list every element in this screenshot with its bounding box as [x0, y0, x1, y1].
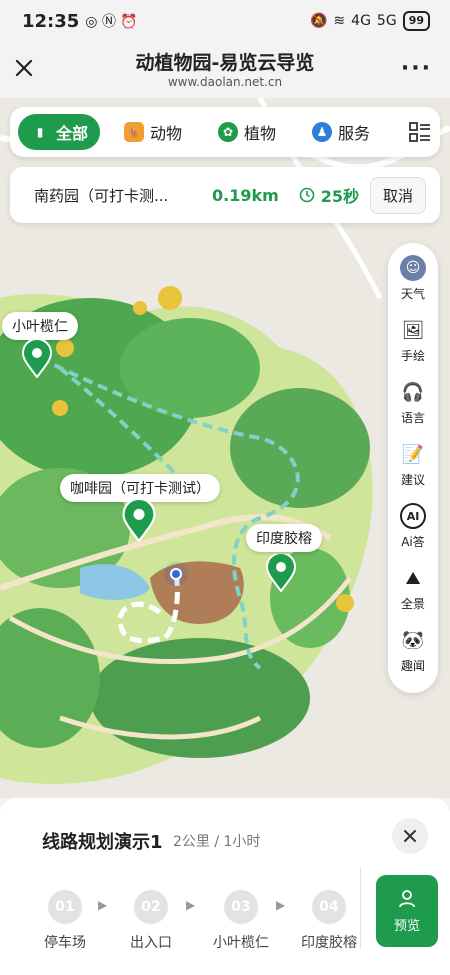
route-step[interactable]: 02 出入口	[116, 890, 186, 950]
sprout-icon: ✿	[218, 122, 239, 142]
step-arrow-icon: ▶	[276, 898, 286, 912]
map-label-xiaoye[interactable]: 小叶榄仁	[2, 312, 78, 340]
smile-icon: ☺	[400, 255, 426, 281]
map-pin-icon[interactable]	[22, 340, 52, 378]
service-icon: ♟	[312, 122, 333, 142]
close-icon	[404, 830, 416, 842]
note-edit-icon: 📝	[401, 443, 425, 465]
page-title: 动植物园-易览云导览	[135, 52, 315, 74]
signal-4g: 4G	[351, 13, 371, 29]
close-panel-button[interactable]	[392, 818, 428, 854]
route-title: 线路规划演示1	[42, 832, 163, 853]
battery-icon: 99	[402, 11, 430, 31]
map-label-yindu[interactable]: 印度胶榕	[246, 524, 322, 552]
ai-icon: AI	[400, 503, 426, 529]
book-icon: ▮	[36, 125, 44, 139]
map-pin-icon[interactable]	[266, 554, 296, 592]
status-time: 12:35	[22, 10, 80, 32]
map-label-coffee[interactable]: 咖啡园（可打卡测试）	[60, 474, 220, 502]
tool-ai[interactable]: AI Ai答	[400, 503, 426, 565]
route-step[interactable]: 01 停车场	[30, 890, 100, 950]
image-icon: 🖼	[401, 319, 425, 341]
navigation-card: 南药园（可打卡测... 0.19km 25秒 取消	[10, 167, 440, 223]
route-step[interactable]: 03 小叶榄仁	[206, 890, 276, 950]
destination-name: 南药园（可打卡测...	[34, 186, 169, 205]
route-steps: 01 停车场 ▶ 02 出入口 ▶ 03 小叶榄仁 ▶ 04 印度胶榕	[30, 890, 360, 950]
duration-value: 25秒	[320, 187, 360, 206]
clock-icon	[299, 187, 315, 203]
signal-5g: 5G	[376, 13, 397, 29]
step-arrow-icon: ▶	[98, 898, 108, 912]
tool-language[interactable]: 🎧 语言	[400, 379, 426, 441]
notification-icons: ◎ Ⓝ ⏰	[85, 14, 138, 30]
category-animal[interactable]: 🦌 动物	[112, 114, 194, 150]
mute-icon: 🔕	[309, 13, 328, 29]
distance-value: 0.19km	[212, 185, 279, 205]
title-bar: 动植物园-易览云导览 www.daolan.net.cn ···	[0, 42, 450, 98]
wifi-icon: ≋	[333, 13, 346, 29]
category-service[interactable]: ♟ 服务	[300, 114, 382, 150]
category-all[interactable]: ▮ 全部	[18, 114, 101, 150]
map-pin-icon[interactable]	[122, 500, 156, 542]
page-url: www.daolan.net.cn	[167, 75, 283, 89]
panorama-icon: ⛰	[405, 567, 421, 589]
user-icon	[399, 889, 415, 907]
route-meta: 2公里 / 1小时	[173, 834, 261, 850]
headphones-icon: 🎧	[401, 381, 425, 403]
panda-icon: 🐼	[401, 629, 425, 651]
tool-panorama[interactable]: ⛰ 全景	[400, 565, 426, 627]
tool-handdrawn[interactable]: 🖼 手绘	[400, 317, 426, 379]
more-menu-icon[interactable]: ···	[401, 56, 432, 81]
status-bar: 12:35 ◎ Ⓝ ⏰ 🔕 ≋ 4G 5G 99	[0, 0, 450, 42]
divider	[360, 868, 361, 948]
tool-funfacts[interactable]: 🐼 趣闻	[400, 627, 426, 689]
duration: 25秒	[299, 183, 359, 207]
category-bar: ▮ 全部 🦌 动物 ✿ 植物 ♟ 服务	[10, 107, 440, 157]
step-arrow-icon: ▶	[186, 898, 196, 912]
preview-button[interactable]: 预览	[376, 875, 438, 947]
list-toggle-icon[interactable]	[408, 120, 432, 144]
route-step[interactable]: 04 印度胶榕	[294, 890, 360, 950]
cancel-button[interactable]: 取消	[369, 176, 426, 214]
map-toolbar: ☺ 天气 🖼 手绘 🎧 语言 📝 建议 AI Ai答 ⛰ 全景 🐼 趣闻	[388, 243, 438, 693]
tool-weather[interactable]: ☺ 天气	[400, 255, 426, 317]
tool-feedback[interactable]: 📝 建议	[400, 441, 426, 503]
category-plant[interactable]: ✿ 植物	[206, 114, 288, 150]
deer-icon: 🦌	[124, 122, 145, 142]
